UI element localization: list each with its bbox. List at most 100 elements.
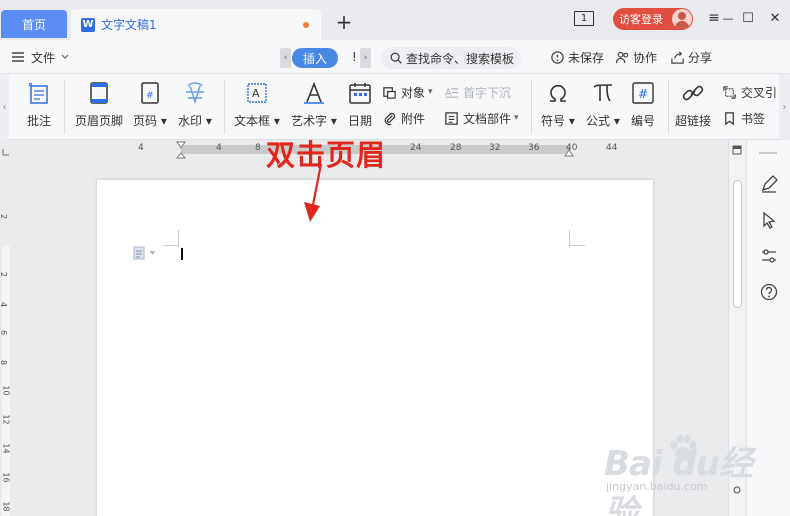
ribbon-insert: ‹ 批注 页眉页脚 # 页码 ▾ 水印 ▾ A 文本框 ▾ 艺术字 ▾ 日期 对… (0, 74, 790, 140)
unsaved-person-icon (551, 50, 564, 64)
share-label: 分享 (688, 50, 713, 65)
close-button[interactable]: ✕ (765, 8, 785, 28)
text-box-button[interactable]: A 文本框 ▾ (234, 80, 280, 129)
text-box-label: 文本框 ▾ (234, 114, 280, 128)
tabs-scroll-right[interactable]: › (360, 48, 371, 68)
tab-document[interactable]: W 文字文稿1 (71, 9, 321, 40)
collaborate-label: 协作 (633, 50, 658, 65)
pen-edit-icon[interactable] (759, 174, 779, 194)
title-bar: 首页 W 文字文稿1 + 1 访客登录 ≡ — ☐ ✕ (0, 0, 790, 40)
numbering-label: 编号 (630, 114, 655, 128)
vruler-number: 18 (1, 501, 11, 512)
baidu-jingyan-watermark: Bai du经验 jingyan.baidu.com (604, 432, 784, 516)
ribbon-scroll-right[interactable]: › (779, 74, 790, 140)
paragraph-layout-icon[interactable] (133, 246, 145, 260)
share-button[interactable]: 分享 (670, 48, 712, 66)
minimize-button[interactable]: — (718, 8, 738, 28)
vruler-number: 6 (0, 330, 8, 335)
paragraph-layout-dropdown-icon[interactable] (149, 250, 156, 256)
tab-insert[interactable]: 插入 (292, 48, 338, 68)
watermark-label: 水印 ▾ (178, 114, 212, 128)
help-icon[interactable] (759, 282, 779, 302)
menu-bar: 文件 ‹ 插入 ! › 查找命令、搜索模板 未保存 协作 分享 (0, 40, 790, 105)
watermark-button[interactable]: 水印 ▾ (178, 80, 212, 129)
page-view-toggle-icon[interactable] (732, 145, 742, 155)
ruler-corner-marker (2, 149, 9, 156)
date-label: 日期 (347, 114, 372, 128)
attachment-button[interactable]: 附件 (382, 109, 425, 127)
hyperlink-button[interactable]: 超链接 (675, 80, 711, 129)
annotation-arrow (304, 163, 323, 222)
unsaved-label: 未保存 (568, 50, 605, 65)
ribbon-divider (224, 80, 225, 134)
watermark-icon (185, 82, 204, 105)
comment-button[interactable]: 批注 (26, 80, 52, 129)
cross-reference-button[interactable]: 交叉引 (722, 83, 777, 101)
word-art-button[interactable]: 艺术字 ▾ (291, 80, 337, 129)
collaborate-button[interactable]: 协作 (615, 48, 657, 66)
text-cursor (181, 248, 183, 260)
bookmark-button[interactable]: 书签 (722, 109, 765, 127)
formula-button[interactable]: 公式 ▾ (586, 80, 620, 129)
first-line-indent-marker[interactable] (176, 141, 186, 161)
vruler-number: 8 (0, 360, 8, 365)
avatar (672, 9, 692, 29)
symbol-button[interactable]: 符号 ▾ (541, 80, 575, 129)
scrollbar-thumb[interactable] (733, 180, 742, 308)
numbering-icon: # (632, 82, 654, 104)
vertical-ruler[interactable]: 2 2 4 6 8 10 12 14 16 18 (0, 160, 12, 516)
ruler-number: 24 (410, 143, 422, 153)
visitor-login-button[interactable]: 访客登录 (613, 8, 693, 30)
share-icon (671, 50, 684, 64)
vruler-number: 10 (1, 385, 11, 396)
ribbon-scroll-left[interactable]: ‹ (0, 74, 9, 140)
ribbon-divider (64, 80, 65, 134)
vruler-number: 2 (0, 272, 8, 277)
vruler-number: 2 (0, 214, 8, 219)
bookmark-label: 书签 (741, 111, 766, 126)
writer-doc-icon: W (81, 17, 95, 32)
text-box-icon: A (247, 83, 267, 103)
window-count-badge[interactable]: 1 (574, 11, 594, 26)
header-footer-button[interactable]: 页眉页脚 (75, 80, 123, 129)
file-menu-label: 文件 (31, 50, 56, 65)
numbering-button[interactable]: # 编号 (630, 80, 656, 129)
link-icon (682, 85, 704, 101)
ruler-number: 4 (138, 143, 144, 153)
document-page[interactable] (97, 180, 653, 516)
tab-home-label: 首页 (21, 17, 46, 32)
ruler-number: 8 (255, 143, 261, 153)
maximize-button[interactable]: ☐ (738, 8, 758, 28)
symbol-label: 符号 ▾ (541, 114, 575, 128)
tab-next-label: ! (352, 50, 357, 64)
unsaved-button[interactable]: 未保存 (550, 48, 604, 66)
adjust-sliders-icon[interactable] (759, 246, 779, 266)
word-art-icon (303, 81, 324, 104)
ribbon-divider (531, 80, 532, 134)
doc-parts-icon (445, 111, 458, 125)
maximize-icon: ☐ (742, 10, 754, 26)
hamburger-icon (12, 52, 24, 62)
object-label: 对象 (401, 85, 426, 100)
doc-parts-button[interactable]: 文档部件 ▾ (444, 109, 519, 127)
svg-text:#: # (146, 91, 154, 101)
comment-icon (28, 82, 48, 104)
drop-cap-button[interactable]: A 首字下沉 (444, 83, 511, 101)
minimize-icon: — (722, 11, 734, 25)
collaborate-icon (615, 51, 629, 63)
date-button[interactable]: 日期 (347, 80, 373, 129)
page-number-button[interactable]: # 页码 ▾ (133, 80, 167, 129)
new-tab-button[interactable]: + (334, 10, 354, 34)
object-button[interactable]: 对象 ▾ (382, 83, 433, 101)
tab-next-partial[interactable]: ! (352, 48, 357, 66)
select-cursor-icon[interactable] (759, 210, 779, 230)
vruler-number: 14 (1, 443, 11, 454)
search-icon (390, 52, 402, 64)
margin-corner-top-left (163, 230, 179, 246)
command-search-box[interactable]: 查找命令、搜索模板 (381, 47, 521, 69)
file-menu[interactable]: 文件 (10, 48, 70, 66)
tab-home[interactable]: 首页 (1, 10, 67, 38)
unsaved-indicator (303, 22, 309, 28)
tabs-scroll-left[interactable]: ‹ (280, 48, 291, 68)
margin-corner-top-right (569, 230, 585, 246)
